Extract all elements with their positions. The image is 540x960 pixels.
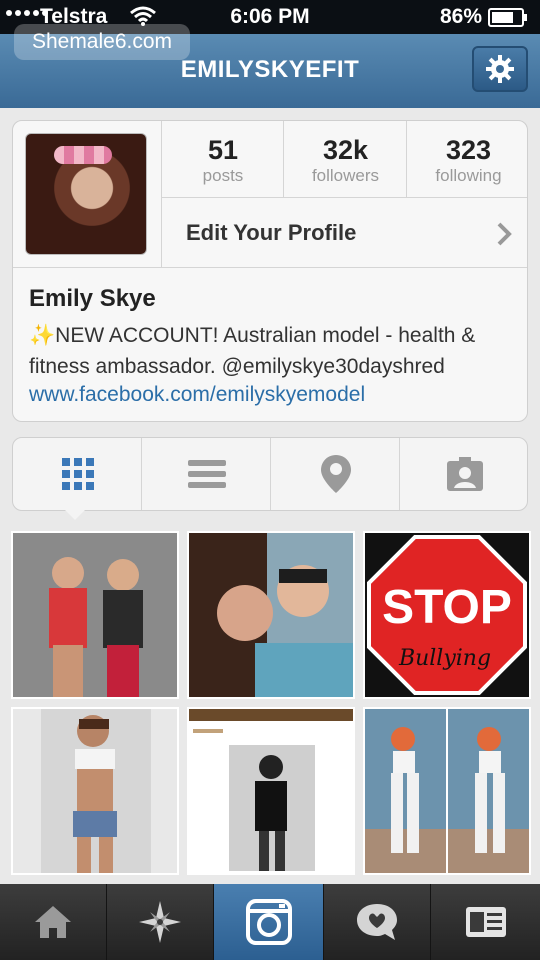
list-view-icon bbox=[187, 460, 226, 488]
gear-icon bbox=[486, 55, 514, 83]
settings-button[interactable] bbox=[472, 46, 528, 92]
photo-fitness bbox=[13, 709, 177, 873]
home-icon bbox=[35, 906, 71, 938]
tab-tagged[interactable] bbox=[400, 438, 529, 510]
tab-map[interactable] bbox=[271, 438, 400, 510]
tagged-photos-icon bbox=[446, 457, 483, 491]
photo-thumbnail[interactable]: STOP Bullying bbox=[363, 531, 531, 699]
profile-icon bbox=[465, 907, 506, 937]
posts-label: posts bbox=[202, 166, 244, 185]
tab-explore[interactable] bbox=[107, 884, 214, 960]
flower-crown bbox=[54, 146, 112, 164]
stop-text: STOP bbox=[382, 581, 512, 634]
divider bbox=[13, 267, 527, 268]
edit-profile-label: Edit Your Profile bbox=[186, 220, 357, 245]
followers-count: 32k bbox=[322, 135, 369, 165]
tab-home[interactable] bbox=[0, 884, 107, 960]
battery-icon bbox=[488, 7, 527, 27]
following-stat[interactable]: 323 following bbox=[406, 121, 527, 197]
photo-two-women bbox=[13, 533, 177, 697]
news-icon bbox=[357, 904, 397, 940]
sparkles-emoji: ✨ bbox=[29, 324, 56, 347]
battery-percent: 86% bbox=[439, 5, 482, 28]
followers-label: followers bbox=[311, 166, 380, 185]
tab-profile[interactable] bbox=[431, 884, 540, 960]
tab-news[interactable] bbox=[324, 884, 431, 960]
photo-website bbox=[189, 709, 353, 873]
map-pin-icon bbox=[320, 455, 351, 493]
stop-bullying-image: STOP Bullying bbox=[365, 533, 529, 697]
tab-list-view[interactable] bbox=[142, 438, 271, 510]
tab-grid-view[interactable] bbox=[13, 438, 142, 510]
photo-thumbnail[interactable] bbox=[187, 531, 355, 699]
photo-collage bbox=[365, 709, 529, 873]
page-title: EMILYSKYEFIT bbox=[180, 56, 360, 83]
bio-text: NEW ACCOUNT! Australian model - health &… bbox=[29, 324, 476, 378]
photo-thumbnail[interactable] bbox=[363, 707, 531, 875]
camera-icon bbox=[245, 899, 292, 945]
avatar[interactable] bbox=[25, 133, 147, 255]
watermark: Shemale6.com bbox=[14, 24, 190, 60]
chevron-right-icon bbox=[497, 222, 512, 246]
explore-icon bbox=[139, 901, 181, 943]
battery-fill bbox=[492, 11, 513, 23]
active-tab-pointer bbox=[64, 509, 86, 520]
profile-name: Emily Skye bbox=[29, 285, 156, 312]
profile-link[interactable]: www.facebook.com/emilyskyemodel bbox=[29, 383, 365, 407]
photo-thumbnail[interactable] bbox=[187, 707, 355, 875]
profile-bio: ✨NEW ACCOUNT! Australian model - health … bbox=[29, 320, 525, 382]
following-label: following bbox=[435, 166, 502, 185]
profile-card: 51 posts 32k followers 323 following Edi… bbox=[12, 120, 528, 422]
battery-indicator: 86% bbox=[439, 5, 527, 29]
posts-count: 51 bbox=[207, 135, 239, 165]
photo-thumbnail[interactable] bbox=[11, 531, 179, 699]
photo-thumbnail[interactable] bbox=[11, 707, 179, 875]
following-count: 323 bbox=[445, 135, 492, 165]
followers-stat[interactable]: 32k followers bbox=[283, 121, 407, 197]
edit-profile-button[interactable]: Edit Your Profile bbox=[161, 197, 527, 268]
view-tabs bbox=[12, 437, 528, 511]
photo-selfie bbox=[189, 533, 353, 697]
bottom-tab-bar bbox=[0, 884, 540, 960]
grid-view-icon bbox=[61, 458, 94, 490]
posts-stat[interactable]: 51 posts bbox=[161, 121, 284, 197]
bullying-text: Bullying bbox=[398, 646, 491, 671]
tab-camera[interactable] bbox=[214, 884, 324, 960]
